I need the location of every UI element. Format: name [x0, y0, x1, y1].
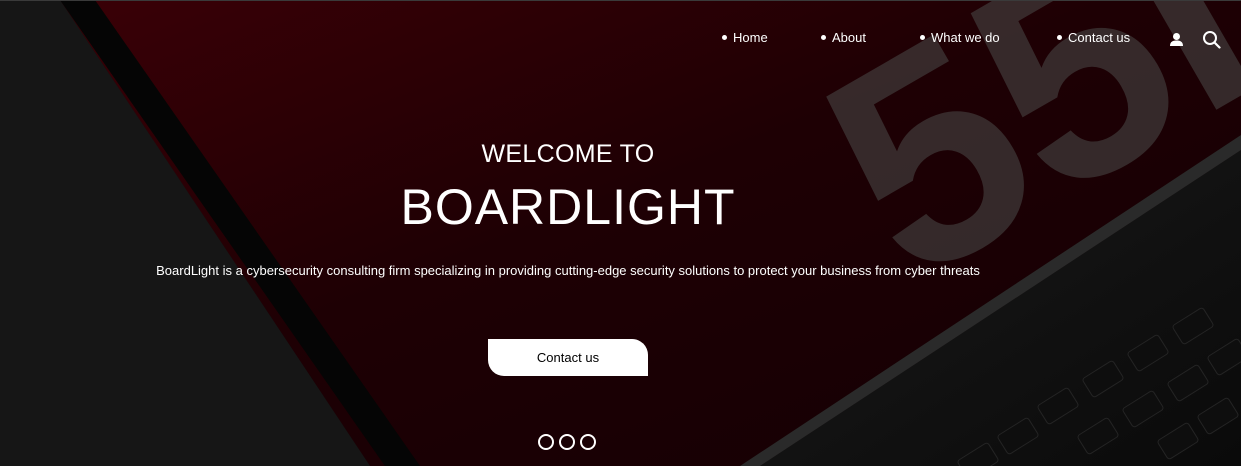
- carousel-indicator-2[interactable]: [559, 434, 575, 450]
- hero-banner: 55I Home About What we do Contact us WEL…: [0, 0, 1241, 466]
- carousel-indicator-1[interactable]: [538, 434, 554, 450]
- main-navigation: Home About What we do Contact us: [0, 30, 1241, 50]
- nav-item-contact-us[interactable]: Contact us: [1057, 30, 1130, 45]
- hero-welcome-heading: WELCOME TO: [481, 140, 655, 168]
- user-icon[interactable]: [1169, 32, 1184, 52]
- nav-item-home[interactable]: Home: [722, 30, 768, 45]
- search-icon[interactable]: [1202, 30, 1221, 54]
- nav-item-label: Home: [733, 30, 768, 45]
- nav-item-what-we-do[interactable]: What we do: [920, 30, 1000, 45]
- nav-item-label: Contact us: [1068, 30, 1131, 45]
- carousel-indicator-3[interactable]: [580, 434, 596, 450]
- nav-item-label: What we do: [931, 30, 1000, 45]
- nav-item-about[interactable]: About: [821, 30, 866, 45]
- bullet-icon: [920, 35, 925, 40]
- contact-us-button[interactable]: Contact us: [488, 339, 648, 376]
- hero-description: BoardLight is a cybersecurity consulting…: [156, 263, 980, 278]
- bullet-icon: [722, 35, 727, 40]
- carousel-indicators: [538, 434, 596, 450]
- bullet-icon: [1057, 35, 1062, 40]
- nav-item-label: About: [832, 30, 866, 45]
- hero-title: BOARDLIGHT: [400, 179, 736, 235]
- top-border: [0, 0, 1241, 1]
- bullet-icon: [821, 35, 826, 40]
